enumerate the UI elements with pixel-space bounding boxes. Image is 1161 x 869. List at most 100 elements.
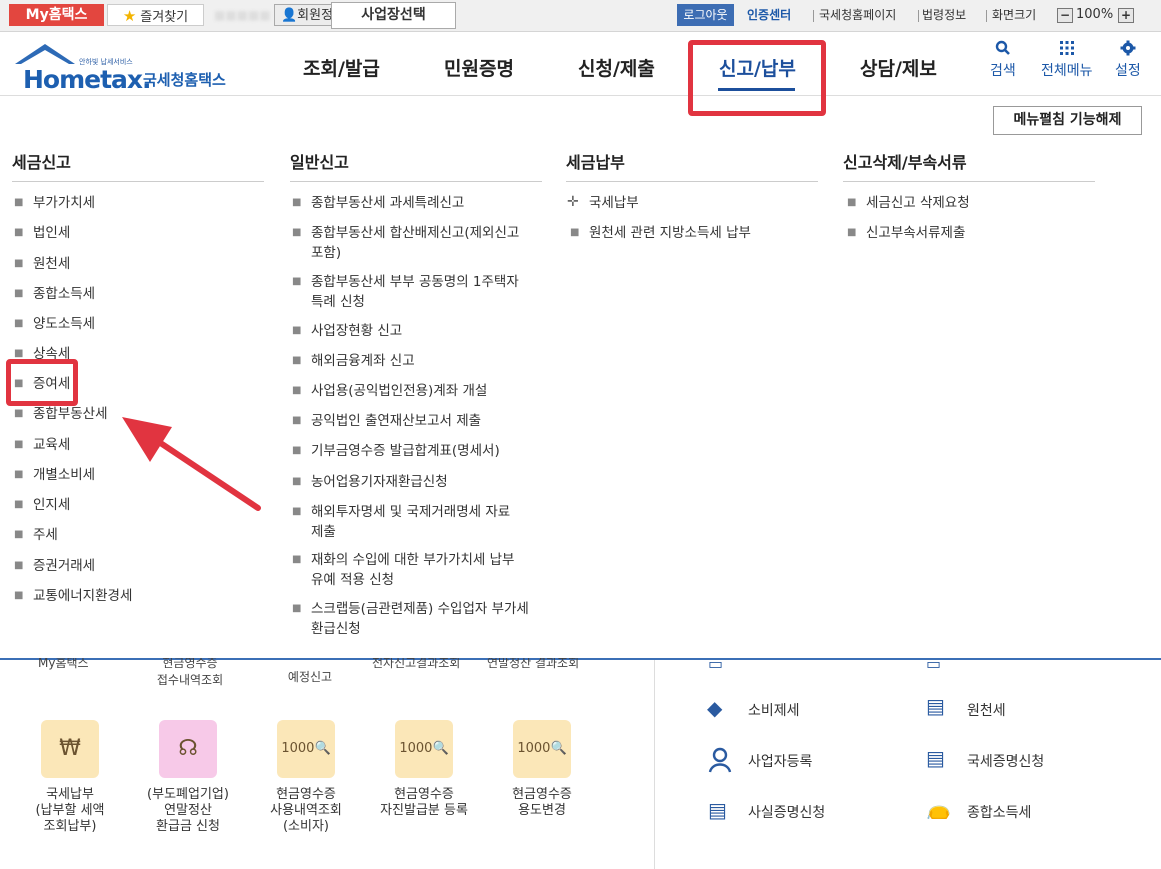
menu-item[interactable]: ■ 공익법인 출연재산보고서 제출 (292, 411, 551, 431)
hometax-logo[interactable]: 안하빛 납세서비스 Hometax. 국세청홈택스 (11, 42, 231, 94)
bullet-icon: ■ (292, 227, 302, 238)
zoom-out-button[interactable]: − (1057, 8, 1073, 23)
receipt-search-icon[interactable]: 1000🔍 (395, 720, 453, 778)
diamond-icon: ◆ (707, 696, 723, 720)
law-info-link[interactable]: 법령정보 (922, 4, 966, 26)
menu-item[interactable]: ■ 종합부동산세 부부 공동명의 1주택자 특례 신청 (292, 272, 551, 312)
quick-link-refund[interactable]: (부도폐업기업) 연말정산 환급금 신청 (123, 787, 253, 835)
menu-item[interactable]: ■ 사업용(공익법인전용)계좌 개설 (292, 381, 551, 401)
divider (654, 660, 655, 869)
quick-link-tax-payment[interactable]: 국세납부 (납부할 세액 조회납부) (5, 787, 135, 835)
divider (12, 181, 264, 182)
col-title-general-report: 일반신고 (290, 153, 349, 172)
menu-item[interactable]: ■ 스크랩등(금관련제품) 수입업자 부가세 환급신청 (292, 599, 551, 639)
all-menu-button[interactable]: 전체메뉴 (1041, 40, 1093, 80)
zoom-in-button[interactable]: + (1118, 8, 1134, 23)
headset-icon[interactable]: ☊ (159, 720, 217, 778)
nts-home-link[interactable]: 국세청홈페이지 (819, 4, 896, 26)
bullet-icon: ■ (14, 590, 24, 601)
menu-item[interactable]: ■ 해외투자명세 및 국제거래명세 자료 제출 (292, 502, 551, 542)
divider (566, 181, 818, 182)
bullet-icon: ■ (14, 439, 24, 450)
person-icon (708, 747, 732, 778)
highlight-box (6, 359, 78, 406)
divider (986, 10, 987, 22)
document-icon: ▤ (708, 798, 727, 822)
main-header: 안하빛 납세서비스 Hometax. 국세청홈택스 조회/발급 민원증명 신청/… (0, 32, 1161, 96)
gnb-certificate[interactable]: 민원증명 (444, 54, 514, 81)
main-content: My홈택스 현금영수증 접수내역조회 예정신고 전자신고결과조회 연말정산 결과조… (0, 654, 1161, 869)
menu-item[interactable]: ■ 교육세 (14, 435, 70, 455)
menu-item[interactable]: ■ 농어업용기자재환급신청 (292, 472, 551, 492)
bullet-icon: ■ (14, 227, 24, 238)
link-fact-certificate[interactable]: 사실증명신청 (748, 802, 825, 822)
menu-item[interactable]: ■ 세금신고 삭제요청 (847, 193, 970, 213)
star-icon: ★ (122, 7, 137, 25)
mega-menu-panel: 메뉴펼침 기능해제 세금신고 일반신고 세금납부 신고삭제/부속서류 ■ 부가가치… (0, 96, 1161, 658)
menu-item[interactable]: ■ 종합소득세 (14, 284, 95, 304)
receipt-search-icon[interactable]: 1000🔍 (277, 720, 335, 778)
quick-link-receipt-usage[interactable]: 현금영수증 사용내역조회 (소비자) (241, 787, 371, 835)
bullet-icon: ■ (292, 554, 302, 565)
menu-item[interactable]: ■ 종합부동산세 과세특례신고 (292, 193, 551, 213)
menu-item[interactable]: ■ 해외금융계좌 신고 (292, 351, 551, 371)
quick-link-receipt-purpose[interactable]: 현금영수증 용도변경 (477, 787, 607, 819)
money-bag-icon[interactable]: ₩ (41, 720, 99, 778)
link-excise-tax[interactable]: 소비제세 (748, 700, 800, 720)
bullet-icon: ■ (292, 355, 302, 366)
link-income-tax[interactable]: 종합소득세 (967, 802, 1031, 822)
menu-item[interactable]: ■ 개별소비세 (14, 465, 95, 485)
menu-item[interactable]: ■ 종합부동산세 합산배제신고(제외신고 포함) (292, 223, 551, 263)
menu-item[interactable]: ■ 신고부속서류제출 (847, 223, 965, 243)
bullet-icon: ■ (14, 499, 24, 510)
zoom-label: 화면크기 (992, 8, 1037, 22)
bullet-icon: ■ (292, 197, 302, 208)
settings-label: 설정 (1115, 63, 1141, 79)
gnb-application[interactable]: 신청/제출 (578, 54, 655, 81)
menu-expand-toggle-button[interactable]: 메뉴펼침 기능해제 (993, 106, 1142, 135)
bullet-icon: ■ (14, 408, 24, 419)
col-title-tax-report: 세금신고 (12, 153, 71, 172)
bullet-icon: ■ (570, 227, 580, 238)
menu-item[interactable]: ■ 기부금영수증 발급합계표(명세서) (292, 441, 551, 461)
menu-item[interactable]: ■ 인지세 (14, 495, 70, 515)
link-business-registration[interactable]: 사업자등록 (748, 751, 812, 771)
menu-item[interactable]: ■ 종합부동산세 (14, 404, 108, 424)
business-select-button[interactable]: 사업장선택 (331, 2, 456, 29)
menu-item-tax-payment[interactable]: ✛ 국세납부 (567, 193, 639, 213)
link-withholding-tax[interactable]: 원천세 (967, 700, 1006, 720)
ghost-text: 예정신고 (287, 670, 333, 684)
menu-item[interactable]: ■ 증권거래세 (14, 556, 95, 576)
menu-item[interactable]: ■ 주세 (14, 525, 58, 545)
menu-item[interactable]: ■ 교통에너지환경세 (14, 586, 132, 606)
bullet-icon: ■ (847, 197, 857, 208)
bullet-icon: ■ (14, 258, 24, 269)
menu-item[interactable]: ■ 사업장현황 신고 (292, 321, 551, 341)
top-utility-bar: My홈택스 ★ 즐겨찾기 ■■■■■ 👤회원정보 사업장선택 로그아웃 인증센터 … (0, 0, 1161, 32)
link-tax-certificate[interactable]: 국세증명신청 (967, 751, 1044, 771)
gnb-consulting[interactable]: 상담/제보 (860, 54, 937, 81)
bullet-icon: ■ (14, 197, 24, 208)
logout-button[interactable]: 로그아웃 (677, 4, 734, 26)
plus-icon: ✛ (567, 194, 579, 210)
bullet-icon: ■ (292, 506, 302, 517)
favorites-button[interactable]: ★ 즐겨찾기 (107, 4, 204, 26)
blurred-username: ■■■■■ (214, 8, 271, 22)
menu-item[interactable]: ■ 부가가치세 (14, 193, 95, 213)
menu-item[interactable]: ■ 원천세 (14, 254, 70, 274)
document-icon: ▤ (926, 746, 945, 770)
settings-button[interactable]: 설정 (1115, 40, 1141, 80)
search-icon (990, 40, 1016, 60)
receipt-search-icon[interactable]: 1000🔍 (513, 720, 571, 778)
search-button[interactable]: 검색 (990, 40, 1016, 80)
menu-item[interactable]: ■ 법인세 (14, 223, 70, 243)
quick-link-receipt-self[interactable]: 현금영수증 자진발급분 등록 (359, 787, 489, 819)
ghost-text: 현금영수증 접수내역조회 (156, 656, 224, 687)
menu-item[interactable]: ■ 재화의 수입에 대한 부가가치세 납부 유예 적용 신청 (292, 550, 551, 590)
menu-item[interactable]: ■ 양도소득세 (14, 314, 95, 334)
gnb-inquiry[interactable]: 조회/발급 (303, 54, 380, 81)
myhome-button[interactable]: My홈택스 (9, 4, 104, 26)
cert-center-link[interactable]: 인증센터 (747, 4, 791, 26)
search-label: 검색 (990, 63, 1016, 79)
menu-item[interactable]: ■ 원천세 관련 지방소득세 납부 (570, 223, 751, 243)
